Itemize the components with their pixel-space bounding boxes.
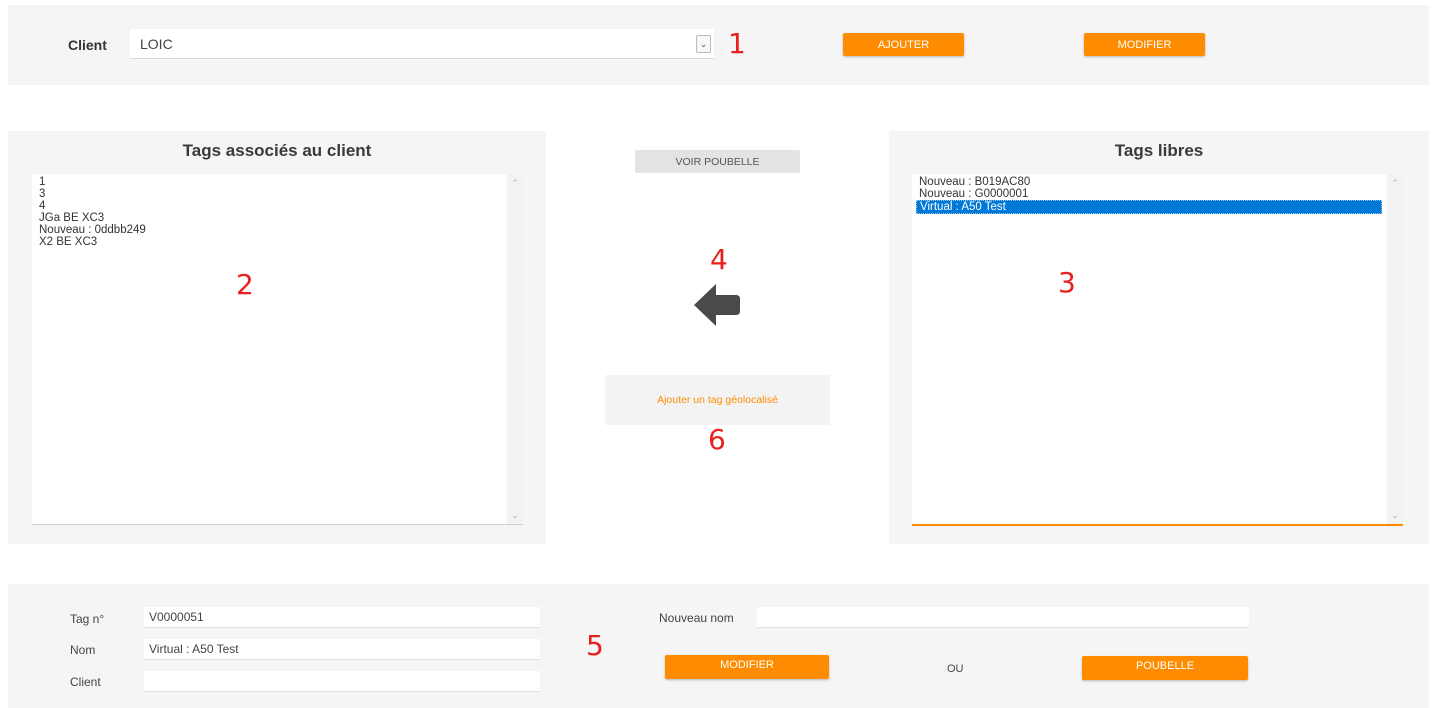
associated-tags-panel: Tags associés au client 1 3 4 JGa BE XC3… xyxy=(8,131,546,544)
list-item[interactable]: 3 xyxy=(32,188,523,200)
annotation-3: 3 xyxy=(1058,266,1076,299)
list-item[interactable]: Nouveau : G0000001 xyxy=(912,188,1403,200)
add-client-button[interactable]: AJOUTER xyxy=(843,33,964,56)
name-label: Nom xyxy=(70,643,96,657)
view-trash-button[interactable]: VOIR POUBELLE xyxy=(635,150,800,173)
or-label: OU xyxy=(947,663,964,675)
list-item[interactable]: Nouveau : B019AC80 xyxy=(912,176,1403,188)
client-field[interactable] xyxy=(144,671,540,692)
tag-details-panel: Tag n° V0000051 Nom Virtual : A50 Test C… xyxy=(8,584,1429,708)
list-item[interactable]: X2 BE XC3 xyxy=(32,236,523,248)
annotation-4: 4 xyxy=(710,243,728,276)
list-item[interactable]: JGa BE XC3 xyxy=(32,212,523,224)
modify-client-button[interactable]: MODIFIER xyxy=(1084,33,1205,56)
add-geo-tag-label: Ajouter un tag géolocalisé xyxy=(657,394,778,406)
modify-tag-button[interactable]: MODIFIER xyxy=(665,655,829,679)
list-item[interactable]: Nouveau : 0ddbb249 xyxy=(32,224,523,236)
new-name-input[interactable] xyxy=(757,607,1249,628)
scroll-up-icon[interactable]: ⌃ xyxy=(1387,176,1403,190)
scroll-down-icon[interactable]: ⌄ xyxy=(507,508,523,522)
free-tags-list[interactable]: Nouveau : B019AC80 Nouveau : G0000001 Vi… xyxy=(912,174,1403,526)
scroll-up-icon[interactable]: ⌃ xyxy=(507,176,523,190)
annotation-5: 5 xyxy=(586,629,604,662)
list-item[interactable]: 4 xyxy=(32,200,523,212)
annotation-2: 2 xyxy=(236,268,254,301)
scrollbar[interactable]: ⌃ ⌄ xyxy=(1387,174,1403,524)
free-tags-panel: Tags libres Nouveau : B019AC80 Nouveau :… xyxy=(889,131,1429,544)
trash-tag-button[interactable]: POUBELLE xyxy=(1082,656,1248,680)
arrow-left-icon[interactable] xyxy=(692,281,742,329)
name-field[interactable]: Virtual : A50 Test xyxy=(144,639,540,660)
add-geo-tag-button[interactable]: Ajouter un tag géolocalisé xyxy=(605,375,830,425)
chevron-down-icon[interactable]: ⌄ xyxy=(696,35,711,53)
new-name-label: Nouveau nom xyxy=(659,611,734,625)
list-item-selected[interactable]: Virtual : A50 Test xyxy=(916,200,1382,214)
associated-tags-list[interactable]: 1 3 4 JGa BE XC3 Nouveau : 0ddbb249 X2 B… xyxy=(32,174,523,525)
tag-number-field[interactable]: V0000051 xyxy=(144,607,540,628)
tag-number-label: Tag n° xyxy=(70,612,105,626)
client-select[interactable]: LOIC ⌄ xyxy=(130,29,714,59)
annotation-1: 1 xyxy=(728,27,746,60)
client-label: Client xyxy=(68,37,107,53)
client-bar: Client LOIC ⌄ 1 AJOUTER MODIFIER xyxy=(8,5,1429,85)
client-field-label: Client xyxy=(70,675,101,689)
client-select-value: LOIC xyxy=(140,36,173,52)
scroll-down-icon[interactable]: ⌄ xyxy=(1387,508,1403,522)
annotation-6: 6 xyxy=(708,423,726,456)
scrollbar[interactable]: ⌃ ⌄ xyxy=(507,174,523,524)
free-tags-title: Tags libres xyxy=(1114,141,1204,160)
list-item[interactable]: 1 xyxy=(32,176,523,188)
associated-tags-title: Tags associés au client xyxy=(182,141,372,160)
